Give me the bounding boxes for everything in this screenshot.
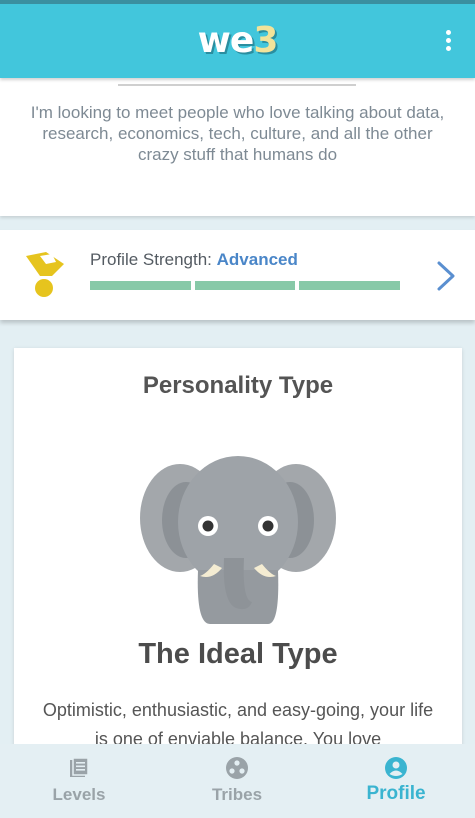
nav-tribes[interactable]: Tribes — [158, 744, 316, 818]
strength-segment — [299, 281, 400, 290]
profile-icon — [385, 757, 407, 779]
elephant-illustration — [140, 456, 336, 624]
more-vert-icon[interactable] — [445, 30, 453, 52]
medal-icon — [26, 252, 64, 297]
profile-strength-card[interactable]: Profile Strength: Advanced — [0, 230, 475, 320]
levels-icon — [70, 757, 89, 777]
strength-segment — [194, 281, 296, 290]
personality-card: Personality Type The Ideal Type Optimist… — [14, 348, 462, 768]
profile-strength-value: Advanced — [216, 250, 298, 269]
logo-accent-text: 3 — [253, 20, 278, 61]
nav-levels[interactable]: Levels — [0, 744, 158, 818]
logo-text: we — [197, 20, 255, 61]
divider — [118, 84, 356, 86]
strength-segment — [90, 281, 191, 290]
profile-strength-bar — [90, 281, 400, 290]
nav-label: Tribes — [211, 785, 263, 804]
bottom-navigation: Levels Tribes Profile — [0, 744, 475, 818]
tribes-icon — [226, 757, 248, 779]
nav-profile[interactable]: Profile — [317, 744, 475, 818]
bio-card: I'm looking to meet people who love talk… — [0, 78, 475, 216]
app-header: we3 — [0, 0, 475, 78]
nav-label: Levels — [52, 785, 106, 804]
profile-strength-label: Profile Strength: Advanced — [90, 250, 298, 269]
personality-type-name: The Ideal Type — [138, 638, 338, 670]
personality-heading: Personality Type — [142, 372, 334, 399]
app-logo: we3 — [0, 20, 475, 61]
chevron-right-icon[interactable] — [435, 260, 457, 292]
bio-text: I'm looking to meet people who love talk… — [30, 103, 445, 164]
status-strip — [0, 0, 475, 4]
nav-label: Profile — [366, 783, 426, 804]
